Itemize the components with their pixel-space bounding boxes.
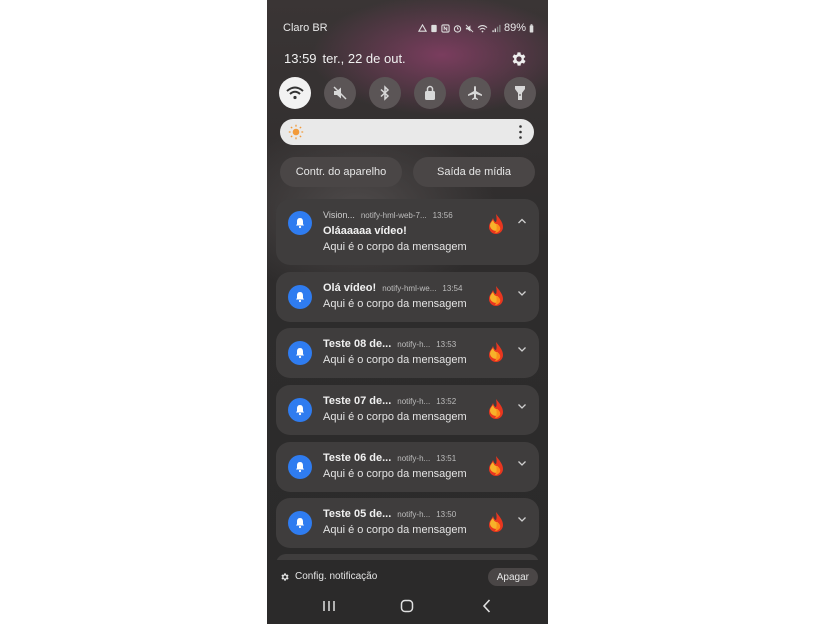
carrier-name: Claro BR [283,22,328,34]
screen-lock-toggle[interactable] [414,77,446,109]
alarm-icon [453,24,462,33]
gear-icon [281,572,289,581]
quick-settings-row [279,77,536,109]
notification-time: 13:54 [442,284,463,293]
airplane-icon [468,86,482,100]
notification-header: Teste 06 de... notify-h... 13:51 [323,452,487,464]
notification-bell-icon [288,398,312,422]
firebase-logo-icon [486,455,506,477]
notification-header: Teste 05 de... notify-h... 13:50 [323,508,487,520]
chevron-down-icon[interactable] [517,510,527,522]
wifi-icon [286,86,304,100]
lock-icon [425,85,435,100]
notification-bell-icon [288,341,312,365]
notification-time: 13:51 [436,454,457,463]
notification-bell-icon [288,211,312,235]
nfc-icon [441,23,450,33]
navigation-bar [267,598,548,616]
date-label[interactable]: ter., 22 de out. [323,51,406,66]
device-control-button[interactable]: Contr. do aparelho [280,157,402,187]
clock-time[interactable]: 13:59 [284,51,317,66]
notification-header: Teste 08 de... notify-h... 13:53 [323,338,487,350]
notification-app-name: notify-h... [397,397,431,406]
notification-body: Aqui é o corpo da mensagem [323,524,467,536]
home-icon[interactable] [399,598,415,614]
airplane-mode-toggle[interactable] [459,77,491,109]
chevron-down-icon[interactable] [517,454,527,466]
notification-card[interactable]: Teste 08 de... notify-h... 13:53 Aqui é o c… [276,328,539,378]
status-icons: 89% [417,22,534,34]
flashlight-toggle[interactable] [504,77,536,109]
notification-body: Aqui é o corpo da mensagem [323,354,467,366]
bluetooth-toggle[interactable] [369,77,401,109]
media-output-button[interactable]: Saída de mídia [413,157,535,187]
notification-card[interactable]: Teste 07 de... notify-h... 13:52 Aqui é o c… [276,385,539,435]
notification-header: Teste 07 de... notify-h... 13:52 [323,395,487,407]
notification-app-name: notify-h... [397,454,431,463]
chevron-down-icon[interactable] [517,397,527,409]
notification-body: Aqui é o corpo da mensagem [323,298,467,310]
notification-bell-icon [288,511,312,535]
firebase-logo-icon [486,213,506,235]
firebase-logo-icon [486,398,506,420]
notification-time: 13:52 [436,397,457,406]
notification-body: Aqui é o corpo da mensagem [323,411,467,423]
wifi-toggle[interactable] [279,77,311,109]
clock-date[interactable]: 13:59 ter., 22 de out. [284,51,406,66]
notification-settings-label: Config. notificação [295,571,378,582]
notification-time: 13:50 [436,510,457,519]
notification-app-name: notify-hml-we... [382,284,437,293]
notification-time: 13:56 [432,211,453,220]
bluetooth-icon [380,85,390,101]
notification-headline: Oláaaaaa vídeo! [323,225,407,237]
settings-gear-icon[interactable] [510,50,528,68]
notification-time: 13:53 [436,340,457,349]
flashlight-icon [515,86,525,100]
notification-title: Olá vídeo! [323,282,377,294]
battery-icon [529,23,534,33]
chevron-up-icon[interactable] [517,212,527,224]
brightness-slider[interactable] [280,119,534,145]
mute-icon [333,86,347,100]
brightness-sun-icon [288,124,304,140]
notification-title: Teste 08 de... [323,338,392,350]
recent-apps-icon[interactable] [321,598,337,614]
more-options-icon[interactable] [519,125,522,139]
notification-app-name: notify-h... [397,340,431,349]
notification-settings-link[interactable]: Config. notificação [280,571,377,582]
notification-card[interactable]: Teste 05 de... notify-h... 13:50 Aqui é o c… [276,498,539,548]
notification-bell-icon [288,285,312,309]
notification-card[interactable]: Teste 06 de... notify-h... 13:51 Aqui é o c… [276,442,539,492]
notification-icon [431,24,437,32]
back-icon[interactable] [479,598,495,614]
notification-card[interactable]: Olá vídeo! notify-hml-we... 13:54 Aqui é o … [276,272,539,322]
notification-title: Teste 06 de... [323,452,392,464]
notification-bell-icon [288,455,312,479]
chevron-down-icon[interactable] [517,284,527,296]
notification-header: Olá vídeo! notify-hml-we... 13:54 [323,282,487,294]
notification-shade: Claro BR 89% 13:59 ter., 22 de out. Cont… [267,0,548,624]
notification-app-name: notify-h... [397,510,431,519]
notification-header: Vision... notify-hml-web-7... 13:56 [323,210,487,220]
signal-icon [492,24,501,32]
chevron-down-icon[interactable] [517,340,527,352]
sound-toggle[interactable] [324,77,356,109]
status-bar: Claro BR 89% [283,22,534,38]
firebase-logo-icon [486,511,506,533]
notification-title: Vision... [323,210,355,220]
notification-body: Aqui é o corpo da mensagem [323,241,467,253]
notification-body: Aqui é o corpo da mensagem [323,468,467,480]
firebase-logo-icon [486,341,506,363]
mute-icon [465,24,474,32]
battery-percentage: 89% [503,22,526,34]
drive-icon [417,23,427,32]
notification-title: Teste 05 de... [323,508,392,520]
wifi-icon [477,24,488,32]
notification-card[interactable]: Vision... notify-hml-web-7... 13:56 Oláaaaa… [276,199,539,265]
notification-app-name: notify-hml-web-7... [360,211,427,220]
notification-title: Teste 07 de... [323,395,392,407]
clear-all-button[interactable]: Apagar [487,568,538,586]
firebase-logo-icon [486,285,506,307]
